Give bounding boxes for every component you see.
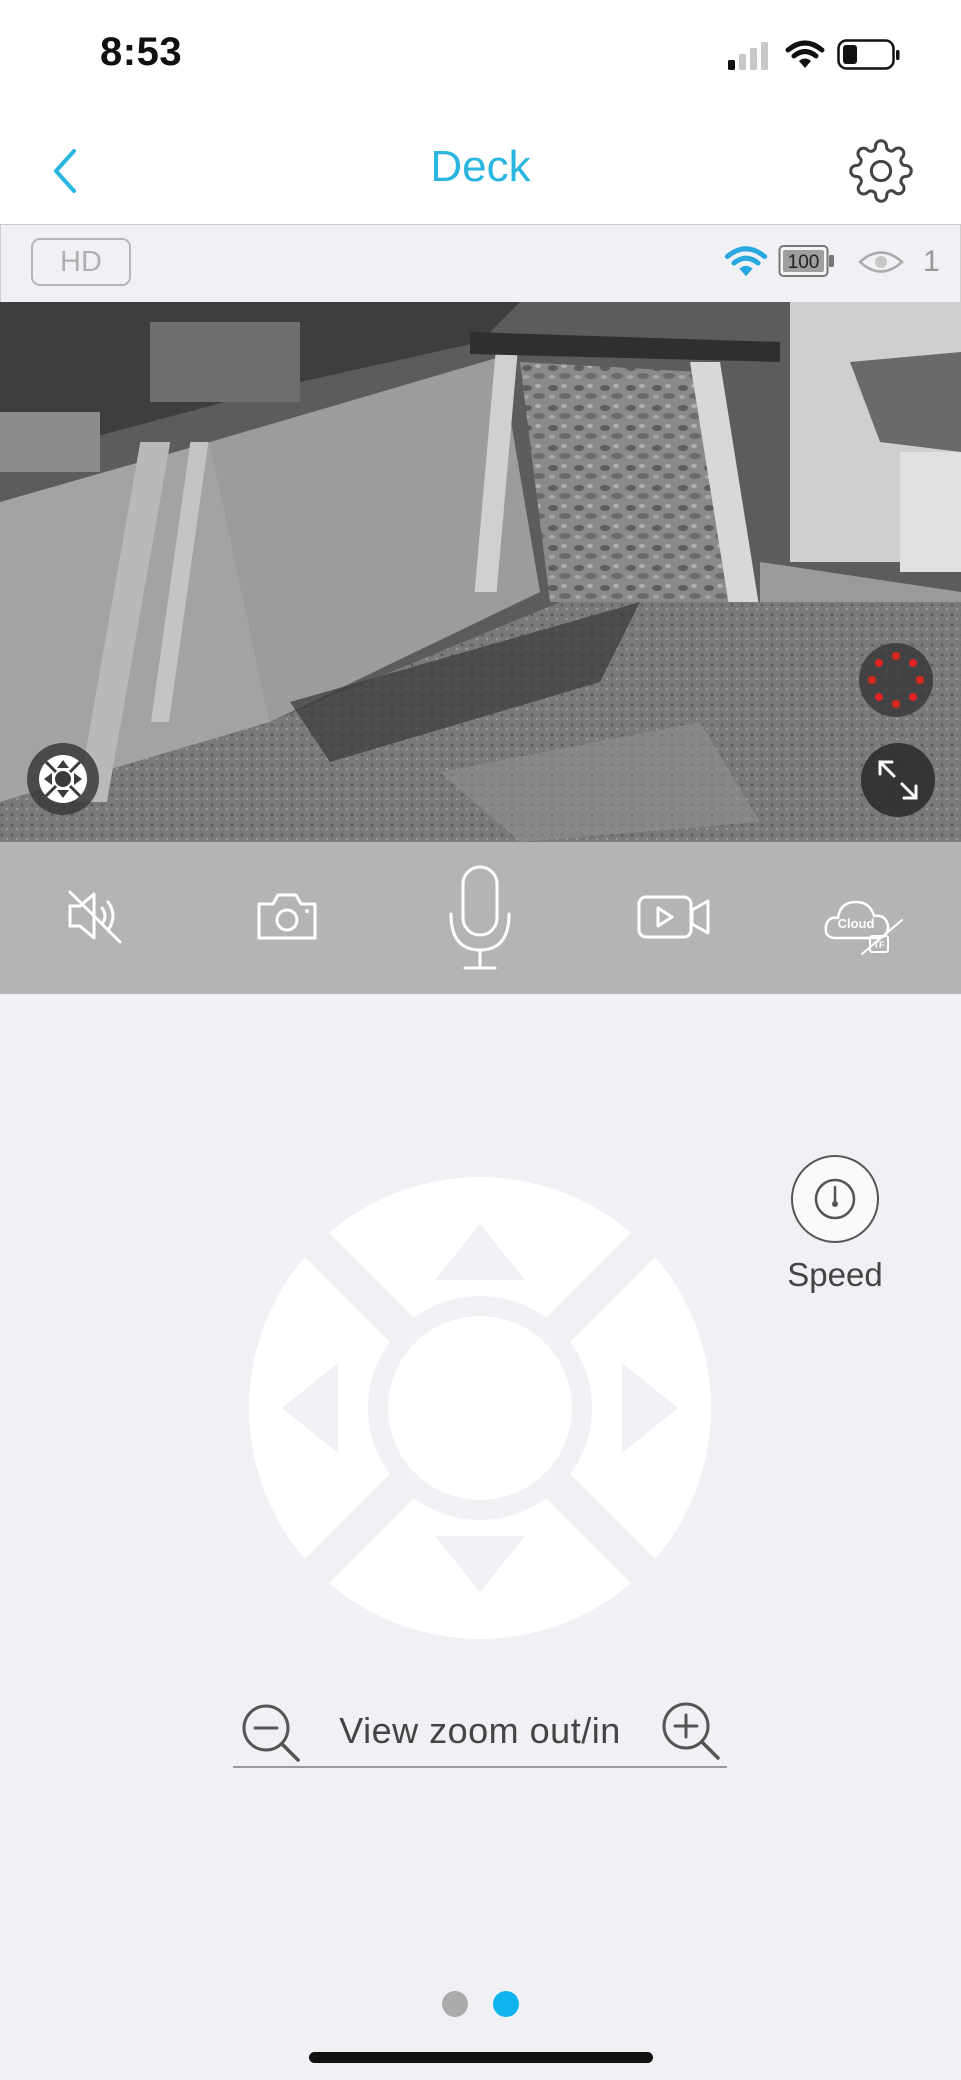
camera-snapshot-icon[interactable] — [255, 890, 319, 942]
cloud-tf-icon[interactable]: Cloud TF — [822, 894, 906, 958]
zoom-in-icon[interactable] — [660, 1700, 724, 1762]
recording-indicator-icon — [859, 643, 933, 717]
video-frame-image — [0, 302, 961, 842]
zoom-out-icon[interactable] — [240, 1702, 304, 1764]
navigation-bar: Deck — [0, 110, 961, 225]
ptz-control-icon[interactable] — [26, 742, 100, 816]
video-record-icon[interactable] — [636, 894, 712, 940]
ptz-direction-pad[interactable] — [249, 1177, 711, 1639]
zoom-divider — [233, 1766, 727, 1768]
status-bar: 8:53 — [0, 0, 961, 110]
eye-icon — [858, 251, 904, 273]
speed-label: Speed — [787, 1256, 883, 1293]
microphone-icon[interactable] — [445, 864, 515, 976]
page-title: Deck — [430, 142, 531, 191]
speedometer-icon — [814, 1178, 856, 1220]
hd-quality-button[interactable]: HD — [31, 238, 131, 286]
fullscreen-icon[interactable] — [860, 742, 936, 818]
cellular-signal-icon — [728, 42, 768, 70]
camera-battery-value: 100 — [788, 252, 820, 273]
camera-battery-icon: 100 — [778, 245, 834, 277]
camera-video-feed[interactable] — [0, 302, 961, 842]
speaker-muted-icon[interactable] — [64, 886, 128, 946]
wifi-icon — [785, 40, 825, 68]
speed-button[interactable] — [791, 1155, 879, 1243]
camera-info-bar: HD 100 1 — [0, 225, 961, 302]
battery-icon — [837, 39, 900, 70]
wifi-icon — [724, 246, 768, 277]
status-time: 8:53 — [100, 30, 183, 74]
cloud-label: Cloud — [838, 916, 875, 931]
camera-control-bar: Cloud TF — [0, 842, 961, 994]
gear-icon[interactable] — [848, 138, 914, 204]
page-indicator-dot-2-active[interactable] — [493, 1991, 519, 2017]
zoom-label: View zoom out/in — [339, 1710, 621, 1751]
home-indicator[interactable] — [309, 2052, 653, 2063]
page-indicator-dot-1[interactable] — [442, 1991, 468, 2017]
viewer-count: 1 — [923, 245, 940, 278]
